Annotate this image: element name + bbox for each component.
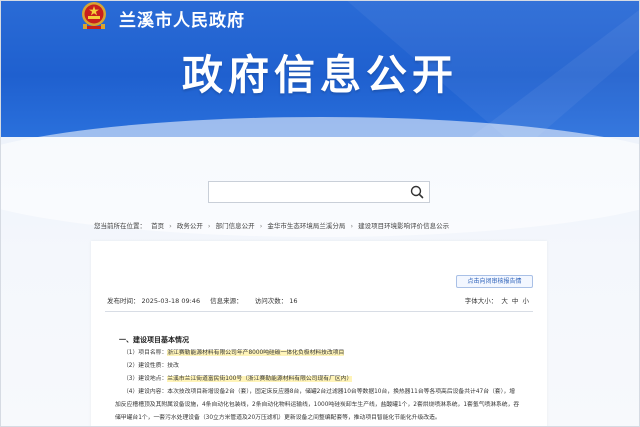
line-text: 本次技改项目新增设备2台（套），固定床反应器8台，储罐2台过滤器10台等数据10… [167, 389, 516, 395]
national-emblem-icon [82, 2, 106, 29]
line-prefix: （1）项目名称： [123, 350, 168, 356]
project-name-text: 浙江赛勒能源材料有限公司年产8000吨硅碳一体化负极材料技改项目 [167, 350, 345, 356]
article-paragraph: （3）建设地点：兰溪市兰江街道富民街100号（浙江赛勒能源材料有限公司现有厂区内… [123, 375, 353, 383]
meta-divider [105, 311, 533, 312]
line-prefix: （3）建设地点： [123, 376, 168, 382]
search-icon[interactable] [407, 183, 427, 201]
article-paragraph: 加反应槽槽顶及其附属设备设施，4条自动化包装线，2条自动化物料运输线，1000吨… [115, 401, 519, 409]
line-prefix: （2）建设性质： [123, 363, 168, 369]
publish-time: 2025-03-18 09:46 [141, 297, 201, 305]
search-input[interactable] [209, 182, 416, 202]
line-text: 技改 [167, 363, 179, 369]
site-name[interactable]: 兰溪市人民政府 [119, 6, 245, 31]
breadcrumb-item-eia[interactable]: 建设项目环境影响评价信息公示 [358, 222, 449, 230]
breadcrumb-item-dept-info[interactable]: 部门信息公开 [216, 222, 255, 230]
font-size-small[interactable]: 小 [523, 297, 530, 305]
publish-time-label: 发布时间： [107, 297, 140, 305]
article-paragraph: （1）项目名称：浙江赛勒能源材料有限公司年产8000吨硅碳一体化负极材料技改项目 [123, 349, 345, 357]
breadcrumb-separator: › [169, 222, 172, 230]
font-size-control: 字体大小： 大 中 小 [463, 295, 529, 305]
article-paragraph: （4）建设内容：本次技改项目新增设备2台（套），固定床反应器8台，储罐2台过滤器… [123, 388, 515, 396]
line-prefix: （4）建设内容： [123, 389, 168, 395]
breadcrumb: 您当前所在位置： 首页 › 政务公开 › 部门信息公开 › 金华市生态环境局兰溪… [94, 220, 452, 230]
breadcrumb-separator: › [207, 222, 211, 230]
project-location-text: 兰溪市兰江街道富民街100号（浙江赛勒能源材料有限公司现有厂区内） [167, 376, 353, 382]
article-paragraph: （2）建设性质：技改 [123, 362, 179, 370]
breadcrumb-separator: › [350, 222, 354, 230]
search-box [208, 181, 430, 203]
line-text: 储甲罐台1个，一套污水处理设备（30立方米管道及20万压滤机）更新设备之间整编配… [115, 415, 441, 421]
line-text: 加反应槽槽顶及其附属设备设施，4条自动化包装线，2条自动化物料运输线，1000吨… [115, 402, 520, 408]
audit-report-button[interactable]: 点击向闭审核报告情 [456, 275, 533, 288]
font-size-medium[interactable]: 中 [512, 297, 519, 305]
font-size-large[interactable]: 大 [501, 297, 508, 305]
article-paragraph: 储甲罐台1个，一套污水处理设备（30立方米管道及20万压滤机）更新设备之间整编配… [115, 414, 441, 422]
breadcrumb-item-bureau[interactable]: 金华市生态环境局兰溪分局 [267, 222, 345, 230]
page-frame: 兰溪市人民政府 政府信息公开 您当前所在位置： 首页 › 政务公开 › 部门信息… [0, 0, 640, 427]
breadcrumb-item-gov-affairs[interactable]: 政务公开 [177, 222, 203, 230]
section-title: 一、建设项目基本情况 [119, 336, 189, 344]
font-size-label: 字体大小： [464, 297, 498, 305]
page-title: 政府信息公开 [182, 51, 458, 99]
background-wave [1, 117, 639, 237]
article-card: 点击向闭审核报告情 发布时间： 2025-03-18 09:46 信息来源： 访问… [91, 241, 547, 426]
source-label: 信息来源： [210, 297, 243, 305]
breadcrumb-separator: › [259, 222, 263, 230]
visit-count: 16 [289, 297, 298, 305]
article-meta: 发布时间： 2025-03-18 09:46 信息来源： 访问次数： 16 [107, 295, 300, 305]
visits-label: 访问次数： [254, 297, 288, 305]
breadcrumb-item-home[interactable]: 首页 [151, 222, 164, 230]
breadcrumb-prefix: 您当前所在位置： [94, 222, 146, 230]
